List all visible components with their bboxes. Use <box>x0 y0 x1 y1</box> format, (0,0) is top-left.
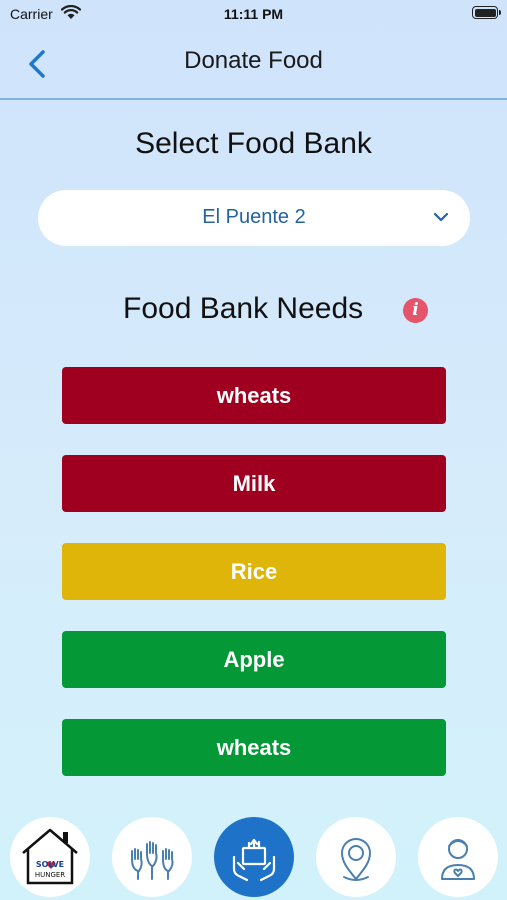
need-item[interactable]: Milk <box>62 455 446 512</box>
food-bank-needs-header: Food Bank Needs i <box>0 292 507 328</box>
logo-text-1: SOLVE <box>36 860 64 869</box>
need-item[interactable]: Rice <box>62 543 446 600</box>
bottom-tab-bar: SOLVE HUNGER <box>0 812 507 900</box>
page-title: Donate Food <box>184 47 323 74</box>
select-food-bank-heading: Select Food Bank <box>135 127 372 160</box>
navigation-bar: Donate Food <box>0 30 507 100</box>
raised-hands-icon <box>131 841 174 880</box>
tab-location[interactable] <box>316 817 396 897</box>
need-item[interactable]: Apple <box>62 631 446 688</box>
status-bar: Carrier 11:11 PM <box>0 0 507 30</box>
clock: 11:11 PM <box>223 6 284 22</box>
food-bank-selected-value: El Puente 2 <box>202 206 306 228</box>
tab-home[interactable]: SOLVE HUNGER <box>10 817 90 897</box>
food-bank-dropdown[interactable]: El Puente 2 <box>38 190 470 246</box>
battery-icon <box>472 6 501 19</box>
info-icon[interactable]: i <box>403 298 428 323</box>
need-item[interactable]: wheats <box>62 719 446 776</box>
food-bank-needs-heading: Food Bank Needs <box>123 292 364 325</box>
solve-hunger-logo-icon: SOLVE HUNGER <box>22 828 78 885</box>
tab-donate-food[interactable] <box>214 817 294 897</box>
location-pin-icon <box>341 838 371 881</box>
tab-profile[interactable] <box>418 817 498 897</box>
donate-food-icon <box>232 838 276 882</box>
tab-volunteer[interactable] <box>112 817 192 897</box>
chevron-down-icon <box>433 212 449 222</box>
need-item[interactable]: wheats <box>62 367 446 424</box>
profile-icon <box>441 839 475 880</box>
logo-text-2: HUNGER <box>35 871 65 879</box>
